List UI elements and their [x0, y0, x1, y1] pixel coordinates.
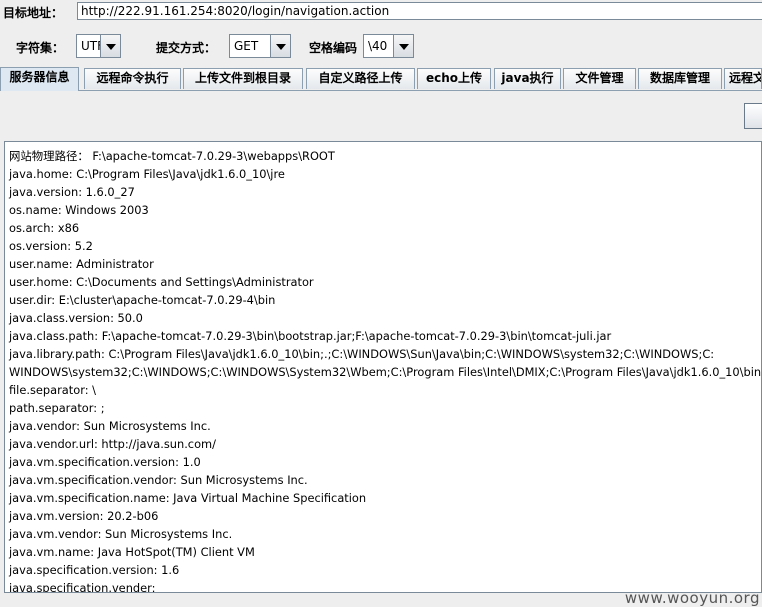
output-line: java.vm.vendor: Sun Microsystems Inc. [9, 527, 233, 541]
panel-button[interactable] [744, 103, 762, 129]
tab-bar: 服务器信息 远程命令执行 上传文件到根目录 自定义路径上传 echo上传 jav… [0, 67, 762, 91]
output-textarea[interactable]: 网站物理路径： F:\apache-tomcat-7.0.29-3\webapp… [4, 141, 762, 593]
output-line: java.class.version: 50.0 [9, 311, 143, 325]
output-line: user.dir: E:\cluster\apache-tomcat-7.0.2… [9, 293, 276, 307]
output-line: user.home: C:\Documents and Settings\Adm… [9, 275, 314, 289]
output-line: java.home: C:\Program Files\Java\jdk1.6.… [9, 167, 285, 181]
target-url-label: 目标地址： [3, 6, 64, 20]
output-line: user.name: Administrator [9, 257, 154, 271]
output-line: 网站物理路径： F:\apache-tomcat-7.0.29-3\webapp… [9, 149, 335, 163]
tab-echo-upload[interactable]: echo上传 [417, 68, 491, 89]
tab-remote-command[interactable]: 远程命令执行 [84, 68, 181, 89]
charset-select[interactable]: UTF-8 [76, 34, 121, 58]
watermark: www.wooyun.org [624, 589, 760, 607]
space-encoding-value: \40 [368, 39, 388, 53]
tab-custom-path-upload[interactable]: 自定义路径上传 [306, 68, 415, 89]
tab-upload-root[interactable]: 上传文件到根目录 [183, 68, 303, 89]
chevron-down-icon[interactable] [393, 35, 413, 57]
output-line: java.version: 1.6.0_27 [9, 185, 135, 199]
tab-java-exec[interactable]: java执行 [494, 68, 561, 89]
space-encoding-select[interactable]: \40 [363, 34, 414, 58]
output-line: java.vm.specification.vendor: Sun Micros… [9, 473, 308, 487]
target-url-input[interactable]: http://222.91.161.254:8020/login/navigat… [77, 2, 762, 20]
output-line: java.class.path: F:\apache-tomcat-7.0.29… [9, 329, 612, 343]
output-line: java.vendor.url: http://java.sun.com/ [9, 437, 216, 451]
output-line: WINDOWS\system32;C:\WINDOWS;C:\WINDOWS\S… [9, 365, 762, 379]
output-line: java.vm.name: Java HotSpot(TM) Client VM [9, 545, 255, 559]
output-line: java.vendor: Sun Microsystems Inc. [9, 419, 211, 433]
output-line: java.vm.specification.name: Java Virtual… [9, 491, 367, 505]
submit-method-label: 提交方式： [156, 41, 217, 55]
tab-server-info[interactable]: 服务器信息 [0, 67, 79, 91]
charset-label: 字符集： [16, 41, 65, 55]
tab-database-manager[interactable]: 数据库管理 [638, 68, 722, 89]
submit-method-value: GET [234, 39, 259, 53]
output-line: java.library.path: C:\Program Files\Java… [9, 347, 715, 361]
output-line: file.separator: \ [9, 383, 96, 397]
output-line: java.vm.specification.version: 1.0 [9, 455, 201, 469]
output-line: java.vm.version: 20.2-b06 [9, 509, 159, 523]
output-line: path.separator: ; [9, 401, 105, 415]
chevron-down-icon[interactable] [100, 35, 120, 57]
output-line: os.name: Windows 2003 [9, 203, 149, 217]
output-line: java.specification.vender: [9, 581, 156, 593]
target-row: 目标地址： http://222.91.161.254:8020/login/n… [0, 0, 762, 26]
submit-method-select[interactable]: GET [229, 34, 291, 58]
tab-remote-file[interactable]: 远程文 [724, 68, 762, 89]
tab-file-manager[interactable]: 文件管理 [563, 68, 636, 89]
output-line: java.specification.version: 1.6 [9, 563, 180, 577]
chevron-down-icon[interactable] [270, 35, 290, 57]
output-line: os.arch: x86 [9, 221, 80, 235]
output-line: os.version: 5.2 [9, 239, 93, 253]
space-encoding-label: 空格编码 [309, 41, 358, 55]
